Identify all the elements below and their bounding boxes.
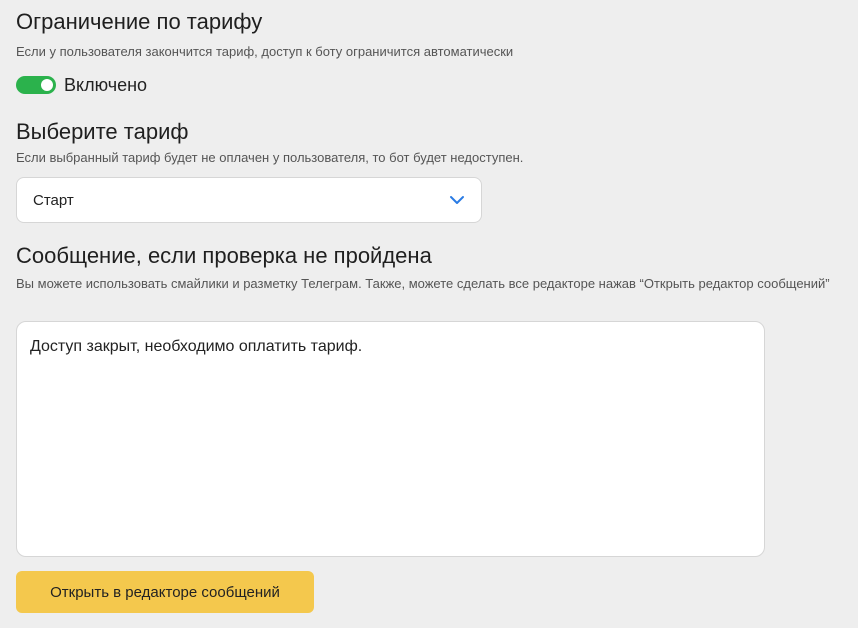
tariff-limit-toggle-row[interactable]: Включено [16,74,147,96]
tariff-limit-title: Ограничение по тарифу [16,9,263,34]
tariff-select-description: Если выбранный тариф будет не оплачен у … [16,150,524,165]
tariff-select[interactable]: Старт [16,177,482,223]
fail-message-textarea[interactable]: Доступ закрыт, необходимо оплатить тариф… [16,321,765,557]
tariff-limit-toggle[interactable] [16,76,56,94]
toggle-label: Включено [64,74,148,95]
open-editor-button[interactable]: Открыть в редакторе сообщений [16,571,314,613]
tariff-limit-description: Если у пользователя закончится тариф, до… [16,44,514,59]
fail-message-title: Сообщение, если проверка не пройдена [16,243,432,268]
toggle-knob [41,79,53,91]
chevron-down-icon [450,196,464,204]
tariff-select-title: Выберите тариф [16,119,189,144]
fail-message-description: Вы можете использовать смайлики и размет… [16,276,830,291]
tariff-select-value: Старт [33,191,74,209]
